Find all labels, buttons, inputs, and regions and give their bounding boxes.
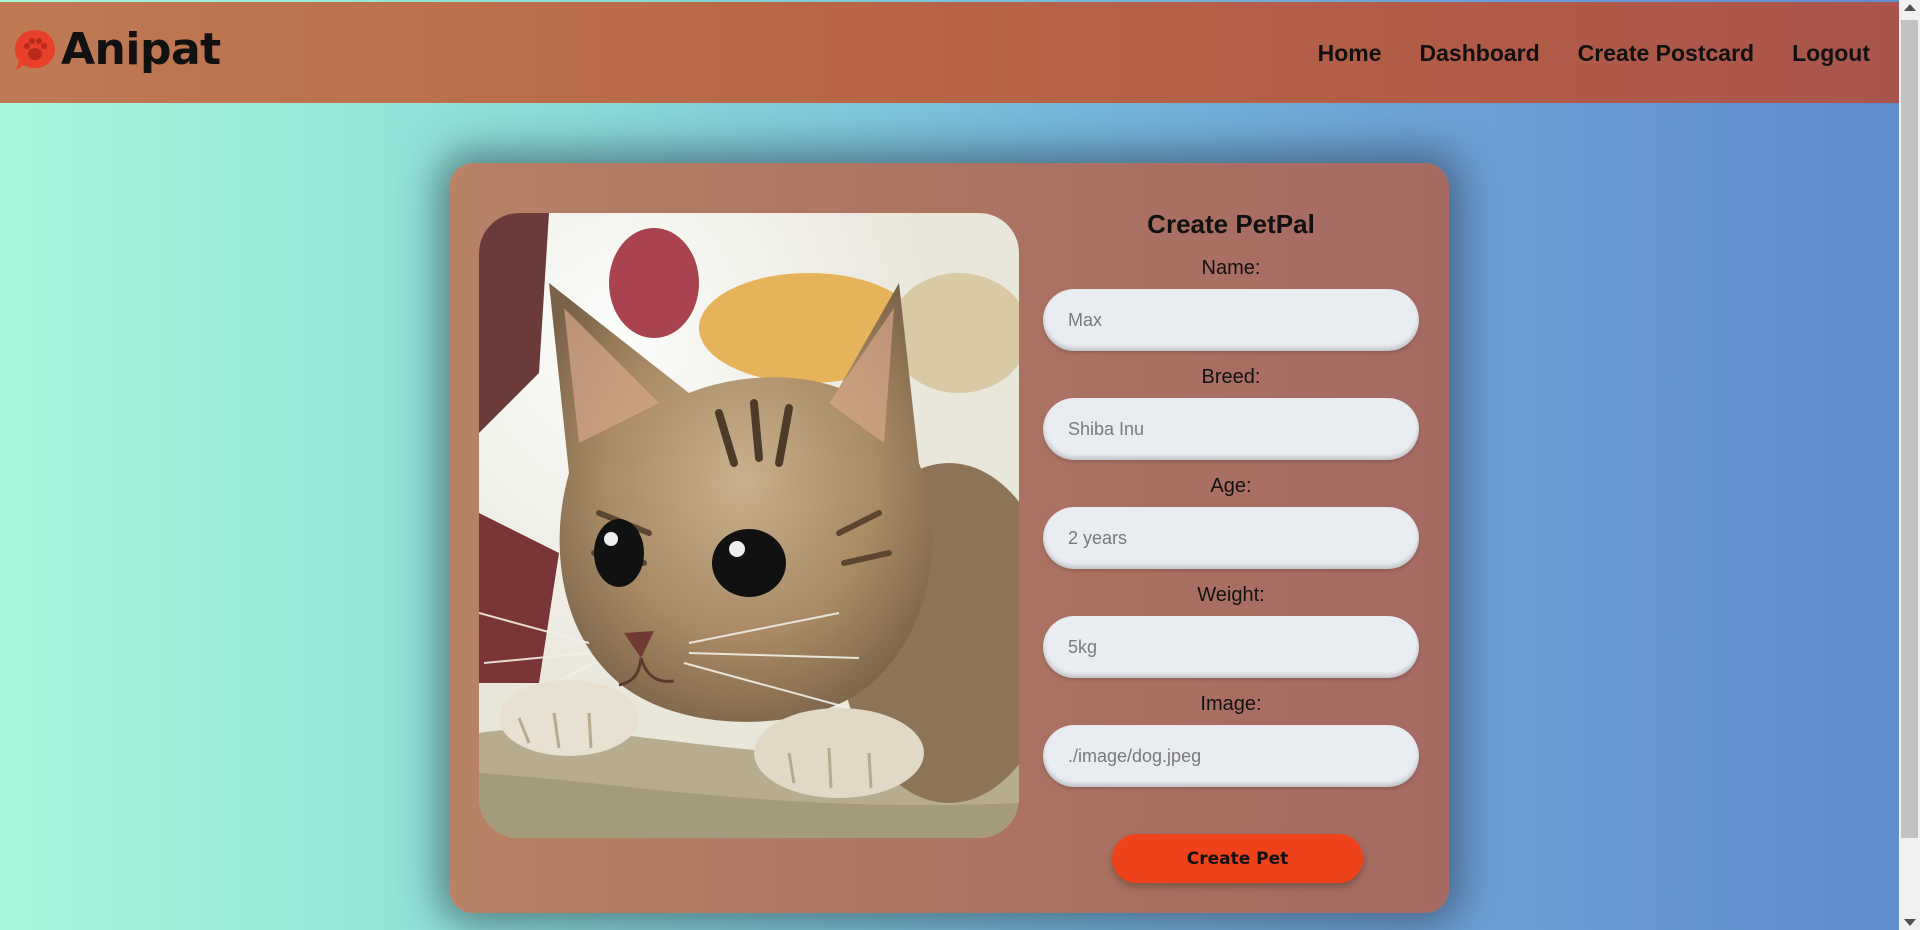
main-nav: Home Dashboard Create Postcard Logout xyxy=(1280,38,1870,68)
nav-logout-link[interactable]: Logout xyxy=(1792,38,1870,68)
create-pet-card: Create PetPal Name: Breed: Age: Weight: … xyxy=(449,163,1449,913)
breed-input[interactable] xyxy=(1043,398,1419,460)
top-navbar: Anipat Home Dashboard Create Postcard Lo… xyxy=(0,2,1899,103)
age-input[interactable] xyxy=(1043,507,1419,569)
name-input[interactable] xyxy=(1043,289,1419,351)
scroll-down-arrow-icon[interactable] xyxy=(1904,919,1916,926)
name-label: Name: xyxy=(1201,257,1261,279)
create-pet-button[interactable]: Create Pet xyxy=(1112,834,1363,883)
create-pet-form: Create PetPal Name: Breed: Age: Weight: … xyxy=(1043,209,1419,801)
brand-name: Anipat xyxy=(61,24,221,75)
nav-dashboard-link[interactable]: Dashboard xyxy=(1420,38,1540,68)
scroll-up-arrow-icon[interactable] xyxy=(1904,4,1916,11)
kitten-photo xyxy=(479,213,1019,838)
scroll-thumb[interactable] xyxy=(1901,20,1918,838)
page-scrollbar[interactable] xyxy=(1899,0,1920,930)
brand-logo[interactable]: Anipat xyxy=(13,28,221,72)
image-label: Image: xyxy=(1200,693,1262,715)
nav-create-postcard-link[interactable]: Create Postcard xyxy=(1578,38,1754,68)
nav-home-link[interactable]: Home xyxy=(1318,38,1382,68)
weight-label: Weight: xyxy=(1197,584,1265,606)
image-path-input[interactable] xyxy=(1043,725,1419,787)
breed-label: Breed: xyxy=(1201,366,1261,388)
age-label: Age: xyxy=(1210,475,1252,497)
form-title: Create PetPal xyxy=(1147,209,1315,239)
weight-input[interactable] xyxy=(1043,616,1419,678)
paw-speech-bubble-icon xyxy=(15,30,55,70)
pet-preview-image xyxy=(479,213,1019,838)
